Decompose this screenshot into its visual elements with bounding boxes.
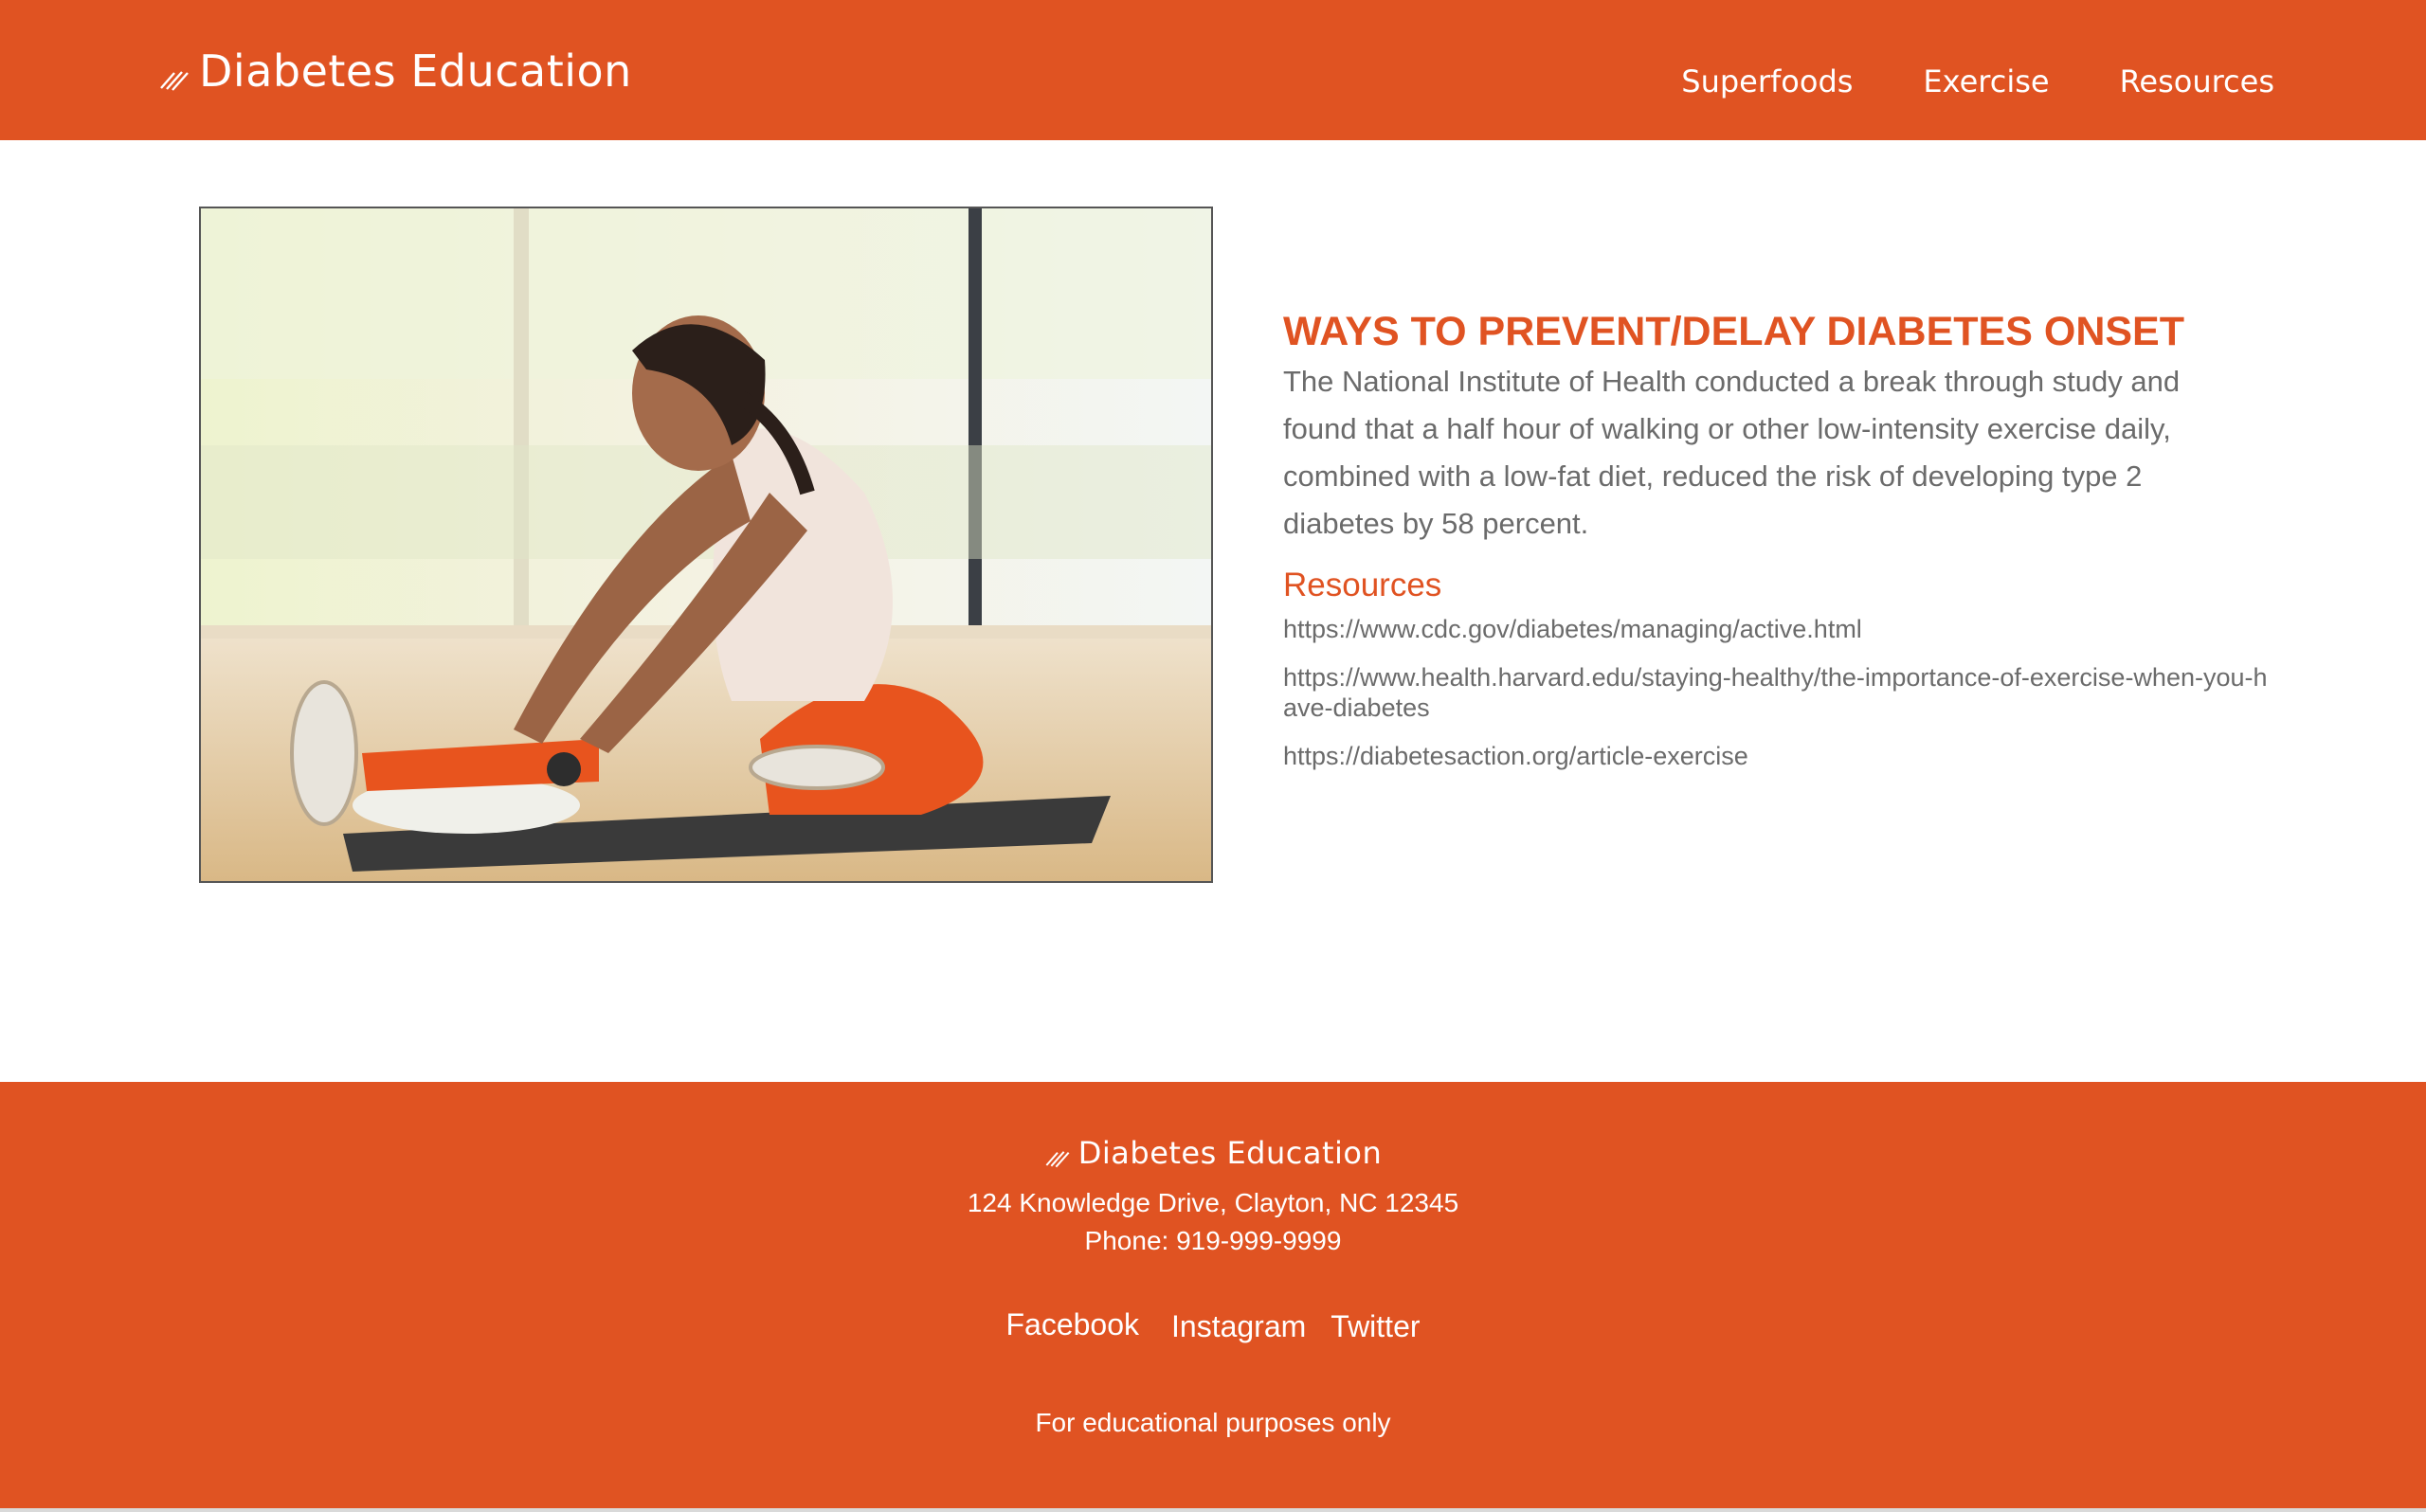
footer-phone: Phone: 919-999-9999	[1084, 1226, 1342, 1255]
prevention-section: WAYS TO PREVENT/DELAY DIABETES ONSET The…	[1283, 305, 2269, 789]
woman-stretching-illustration	[201, 208, 1211, 881]
social-links: Facebook Instagram Twitter	[0, 1305, 2426, 1347]
footer-disclaimer: For educational purposes only	[1035, 1408, 1391, 1437]
diagonal-lines-icon	[160, 71, 189, 91]
resource-link-harvard[interactable]: https://www.health.harvard.edu/staying-h…	[1283, 662, 2269, 723]
brand-title: Diabetes Education	[199, 45, 632, 97]
site-header: Diabetes Education Superfoods Exercise R…	[0, 0, 2426, 140]
resource-link-diabetesaction[interactable]: https://diabetesaction.org/article-exerc…	[1283, 741, 2269, 771]
exercise-photo	[199, 207, 1213, 883]
resource-link-cdc[interactable]: https://www.cdc.gov/diabetes/managing/ac…	[1283, 614, 2269, 644]
footer-brand-title: Diabetes Education	[1077, 1135, 1383, 1171]
nav-superfoods[interactable]: Superfoods	[1681, 61, 1853, 102]
nav-resources[interactable]: Resources	[2120, 61, 2274, 102]
facebook-link[interactable]: Facebook	[1005, 1304, 1139, 1347]
diagonal-lines-icon	[1045, 1151, 1070, 1168]
footer-brand: Diabetes Education	[0, 1135, 2426, 1171]
main-nav: Superfoods Exercise Resources	[1611, 61, 2274, 102]
instagram-link[interactable]: Instagram	[1171, 1305, 1306, 1347]
footer-address: 124 Knowledge Drive, Clayton, NC 12345	[967, 1188, 1459, 1217]
section-heading: WAYS TO PREVENT/DELAY DIABETES ONSET	[1283, 309, 2184, 354]
brand-link[interactable]: Diabetes Education	[159, 45, 632, 97]
site-footer: Diabetes Education 124 Knowledge Drive, …	[0, 1082, 2426, 1508]
nav-exercise[interactable]: Exercise	[1923, 61, 2049, 102]
resource-links: https://www.cdc.gov/diabetes/managing/ac…	[1283, 614, 2269, 771]
intro-paragraph: The National Institute of Health conduct…	[1283, 365, 2181, 540]
twitter-link[interactable]: Twitter	[1331, 1305, 1420, 1347]
resources-heading: Resources	[1283, 567, 1442, 603]
bottom-divider	[0, 1508, 2426, 1512]
